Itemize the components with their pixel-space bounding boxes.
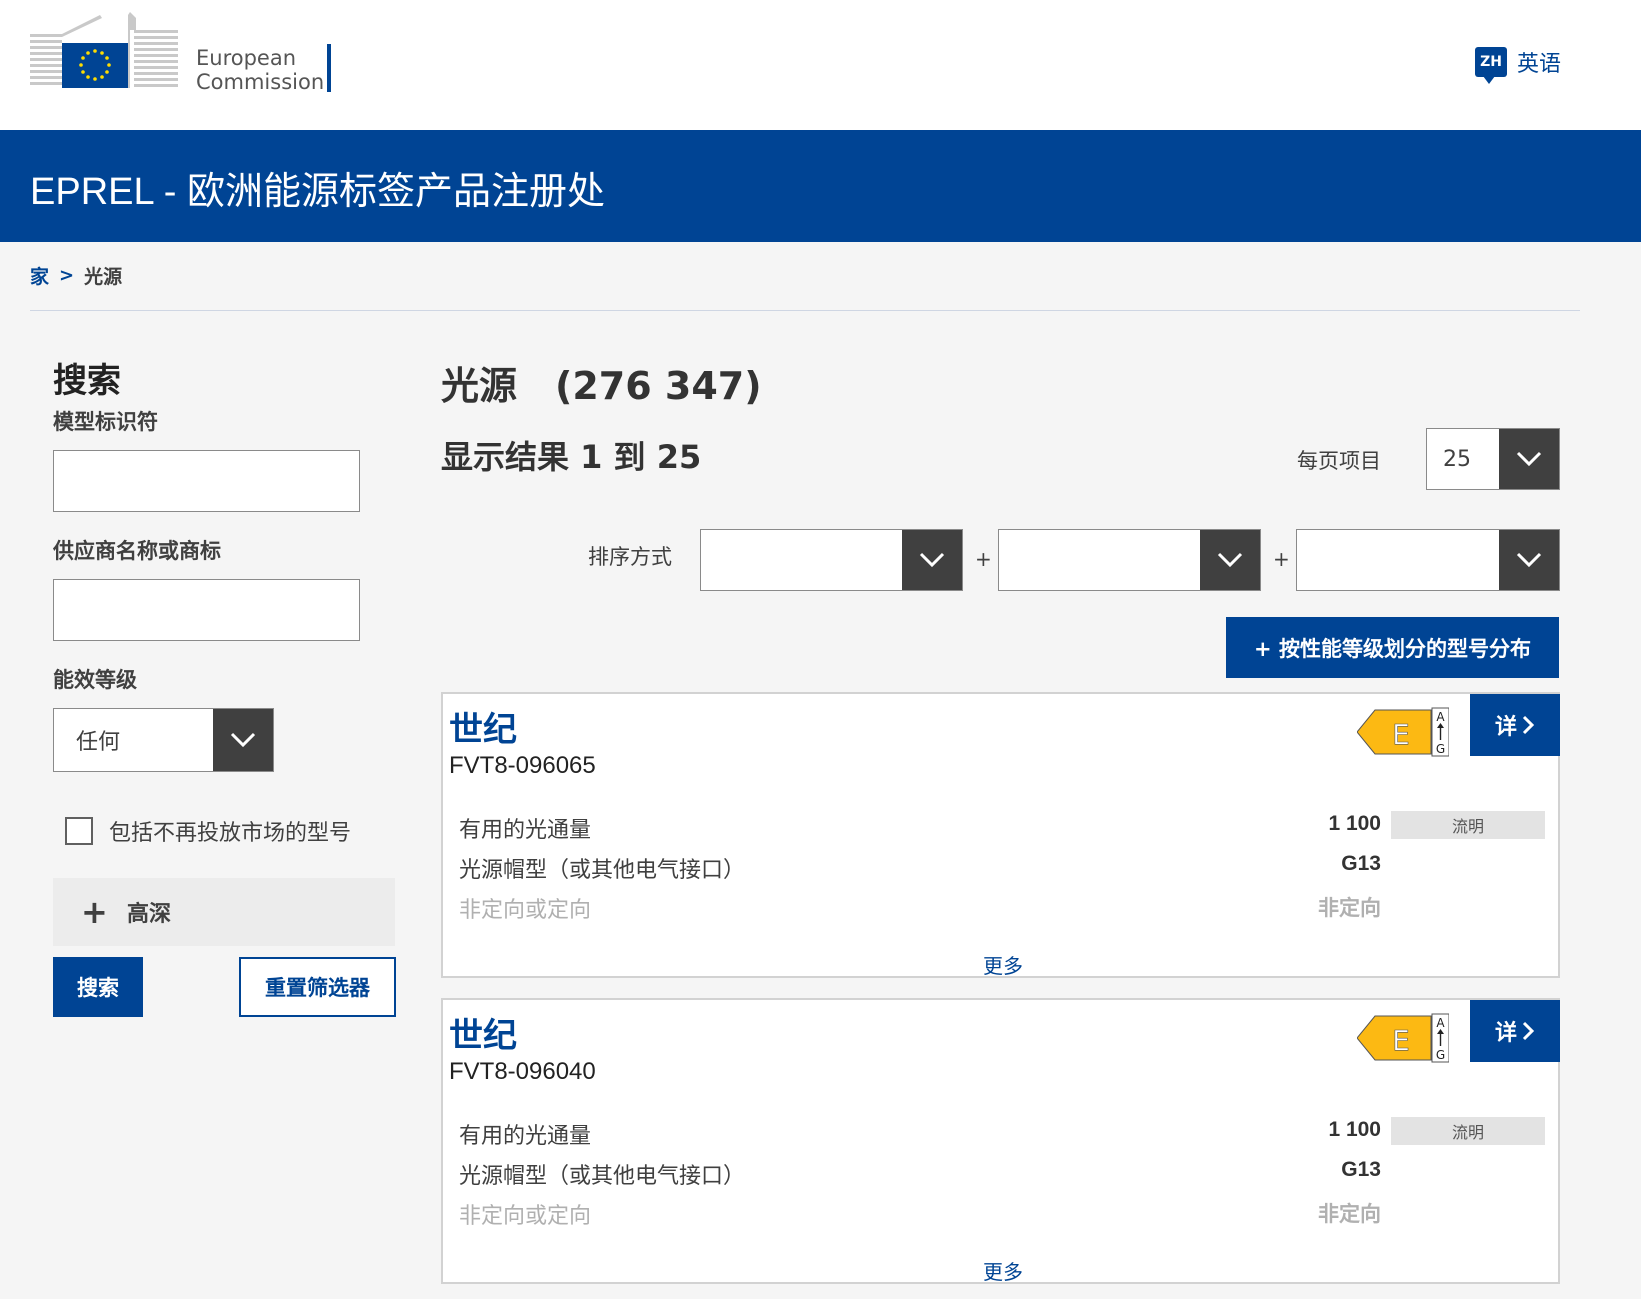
details-button[interactable]: 详 <box>1470 1000 1560 1062</box>
chevron-down-icon <box>902 530 962 590</box>
chevron-down-icon <box>1499 429 1559 489</box>
class-distribution-button[interactable]: + 按性能等级划分的型号分布 <box>1226 617 1559 678</box>
include-discontinued-checkbox-row[interactable]: 包括不再投放市场的型号 <box>65 815 351 847</box>
language-label: 英语 <box>1517 52 1562 77</box>
supplier-name-input[interactable] <box>53 579 360 641</box>
advanced-filters-label: 高深 <box>127 902 172 927</box>
spec-value: G13 <box>1341 852 1381 875</box>
more-link[interactable]: 更多 <box>983 950 1023 979</box>
product-card: 世纪 FVT8-096040 E A G 详 有用的光通量 1 100 流明 光… <box>441 998 1560 1284</box>
include-discontinued-label: 包括不再投放市场的型号 <box>109 821 352 846</box>
sort-select-1-value <box>701 530 902 590</box>
energy-class-letter: E <box>1392 718 1410 751</box>
product-card: 世纪 FVT8-096065 E A G 详 有用的光通量 1 100 流明 光… <box>441 692 1560 978</box>
energy-class-label-icon: E A G <box>1357 707 1449 757</box>
energy-class-label: 能效等级 <box>53 668 137 692</box>
energy-scale-top: A <box>1436 1016 1445 1030</box>
energy-class-letter: E <box>1392 1024 1410 1057</box>
sort-select-2-value <box>999 530 1200 590</box>
breadcrumb: 家 > 光源 <box>30 262 122 289</box>
spec-name: 非定向或定向 <box>459 898 592 923</box>
page-title: 光源 (276 347) <box>441 364 762 408</box>
ec-logo-line2: Commission <box>196 70 325 94</box>
ec-logo-text: European Commission <box>196 46 324 94</box>
ec-building-flag-icon <box>30 12 178 88</box>
spec-unit: 流明 <box>1391 1117 1545 1145</box>
language-bubble-icon: ZH <box>1475 47 1507 84</box>
site-title: EPREL - 欧洲能源标签产品注册处 <box>30 171 605 213</box>
reset-filters-button[interactable]: 重置筛选器 <box>239 957 396 1017</box>
spec-value: 1 100 <box>1328 812 1381 835</box>
spec-name: 光源帽型（或其他电气接口） <box>459 858 746 883</box>
advanced-filters-toggle[interactable]: + 高深 <box>53 878 395 946</box>
items-per-page-label: 每页项目 <box>1297 449 1381 473</box>
header-divider <box>30 310 1580 311</box>
model-identifier-label: 模型标识符 <box>53 410 158 434</box>
results-range: 显示结果 1 到 25 <box>441 438 702 476</box>
chevron-down-icon <box>213 709 273 771</box>
spec-unit: 流明 <box>1391 811 1545 839</box>
spec-name: 非定向或定向 <box>459 1204 592 1229</box>
breadcrumb-current: 光源 <box>84 266 123 288</box>
top-header: European Commission ZH 英语 <box>0 0 1641 130</box>
spec-row: 有用的光通量 1 100 流明 <box>459 811 1545 843</box>
product-model: FVT8-096040 <box>449 1058 596 1085</box>
model-identifier-input[interactable] <box>53 450 360 512</box>
details-button-label: 详 <box>1494 715 1517 740</box>
spec-name: 有用的光通量 <box>459 1124 592 1149</box>
chevron-down-icon <box>1499 530 1559 590</box>
spec-value: G13 <box>1341 1158 1381 1181</box>
breadcrumb-chevron-icon: > <box>59 265 75 286</box>
european-commission-logo[interactable]: European Commission <box>30 10 340 95</box>
energy-scale-top: A <box>1436 710 1445 724</box>
energy-class-label-icon: E A G <box>1357 1013 1449 1063</box>
product-brand[interactable]: 世纪 <box>449 702 517 751</box>
product-model: FVT8-096065 <box>449 752 596 779</box>
site-banner: EPREL - 欧洲能源标签产品注册处 <box>0 130 1641 242</box>
chevron-right-icon <box>1522 715 1535 735</box>
ec-logo-line1: European <box>196 46 297 70</box>
search-panel-title: 搜索 <box>53 361 121 401</box>
spec-row: 非定向或定向 非定向 <box>459 1198 1545 1229</box>
energy-scale-bottom: G <box>1436 742 1445 756</box>
energy-scale-bottom: G <box>1436 1048 1445 1062</box>
sort-plus-1: + <box>975 547 992 571</box>
search-button[interactable]: 搜索 <box>53 957 143 1017</box>
items-per-page-value: 25 <box>1443 446 1471 472</box>
energy-class-select[interactable]: 任何 <box>53 708 274 772</box>
supplier-name-label: 供应商名称或商标 <box>53 539 221 563</box>
more-link[interactable]: 更多 <box>983 1256 1023 1285</box>
include-discontinued-checkbox[interactable] <box>65 817 93 845</box>
energy-class-value: 任何 <box>76 730 121 755</box>
sort-select-3[interactable] <box>1296 529 1560 591</box>
language-switcher[interactable]: ZH 英语 <box>1475 46 1562 84</box>
sort-plus-2: + <box>1273 547 1290 571</box>
sort-by-label: 排序方式 <box>588 545 672 569</box>
details-button[interactable]: 详 <box>1470 694 1560 756</box>
plus-icon: + <box>81 893 108 931</box>
sort-select-1[interactable] <box>700 529 963 591</box>
sort-select-3-value <box>1297 530 1499 590</box>
details-button-label: 详 <box>1494 1021 1517 1046</box>
spec-name: 有用的光通量 <box>459 818 592 843</box>
spec-row: 光源帽型（或其他电气接口） G13 <box>459 1158 1545 1189</box>
chevron-right-icon <box>1522 1021 1535 1041</box>
spec-row: 有用的光通量 1 100 流明 <box>459 1117 1545 1149</box>
spec-row: 非定向或定向 非定向 <box>459 892 1545 923</box>
product-brand[interactable]: 世纪 <box>449 1008 517 1057</box>
spec-name: 光源帽型（或其他电气接口） <box>459 1164 746 1189</box>
spec-value: 1 100 <box>1328 1118 1381 1141</box>
spec-row: 光源帽型（或其他电气接口） G13 <box>459 852 1545 883</box>
breadcrumb-home-link[interactable]: 家 <box>30 262 49 289</box>
chevron-down-icon <box>1200 530 1260 590</box>
spec-value: 非定向 <box>1318 897 1381 920</box>
spec-value: 非定向 <box>1318 1203 1381 1226</box>
sort-select-2[interactable] <box>998 529 1261 591</box>
ec-logo-accent-bar <box>327 44 331 92</box>
language-code: ZH <box>1480 54 1502 70</box>
items-per-page-select[interactable]: 25 <box>1426 428 1560 490</box>
